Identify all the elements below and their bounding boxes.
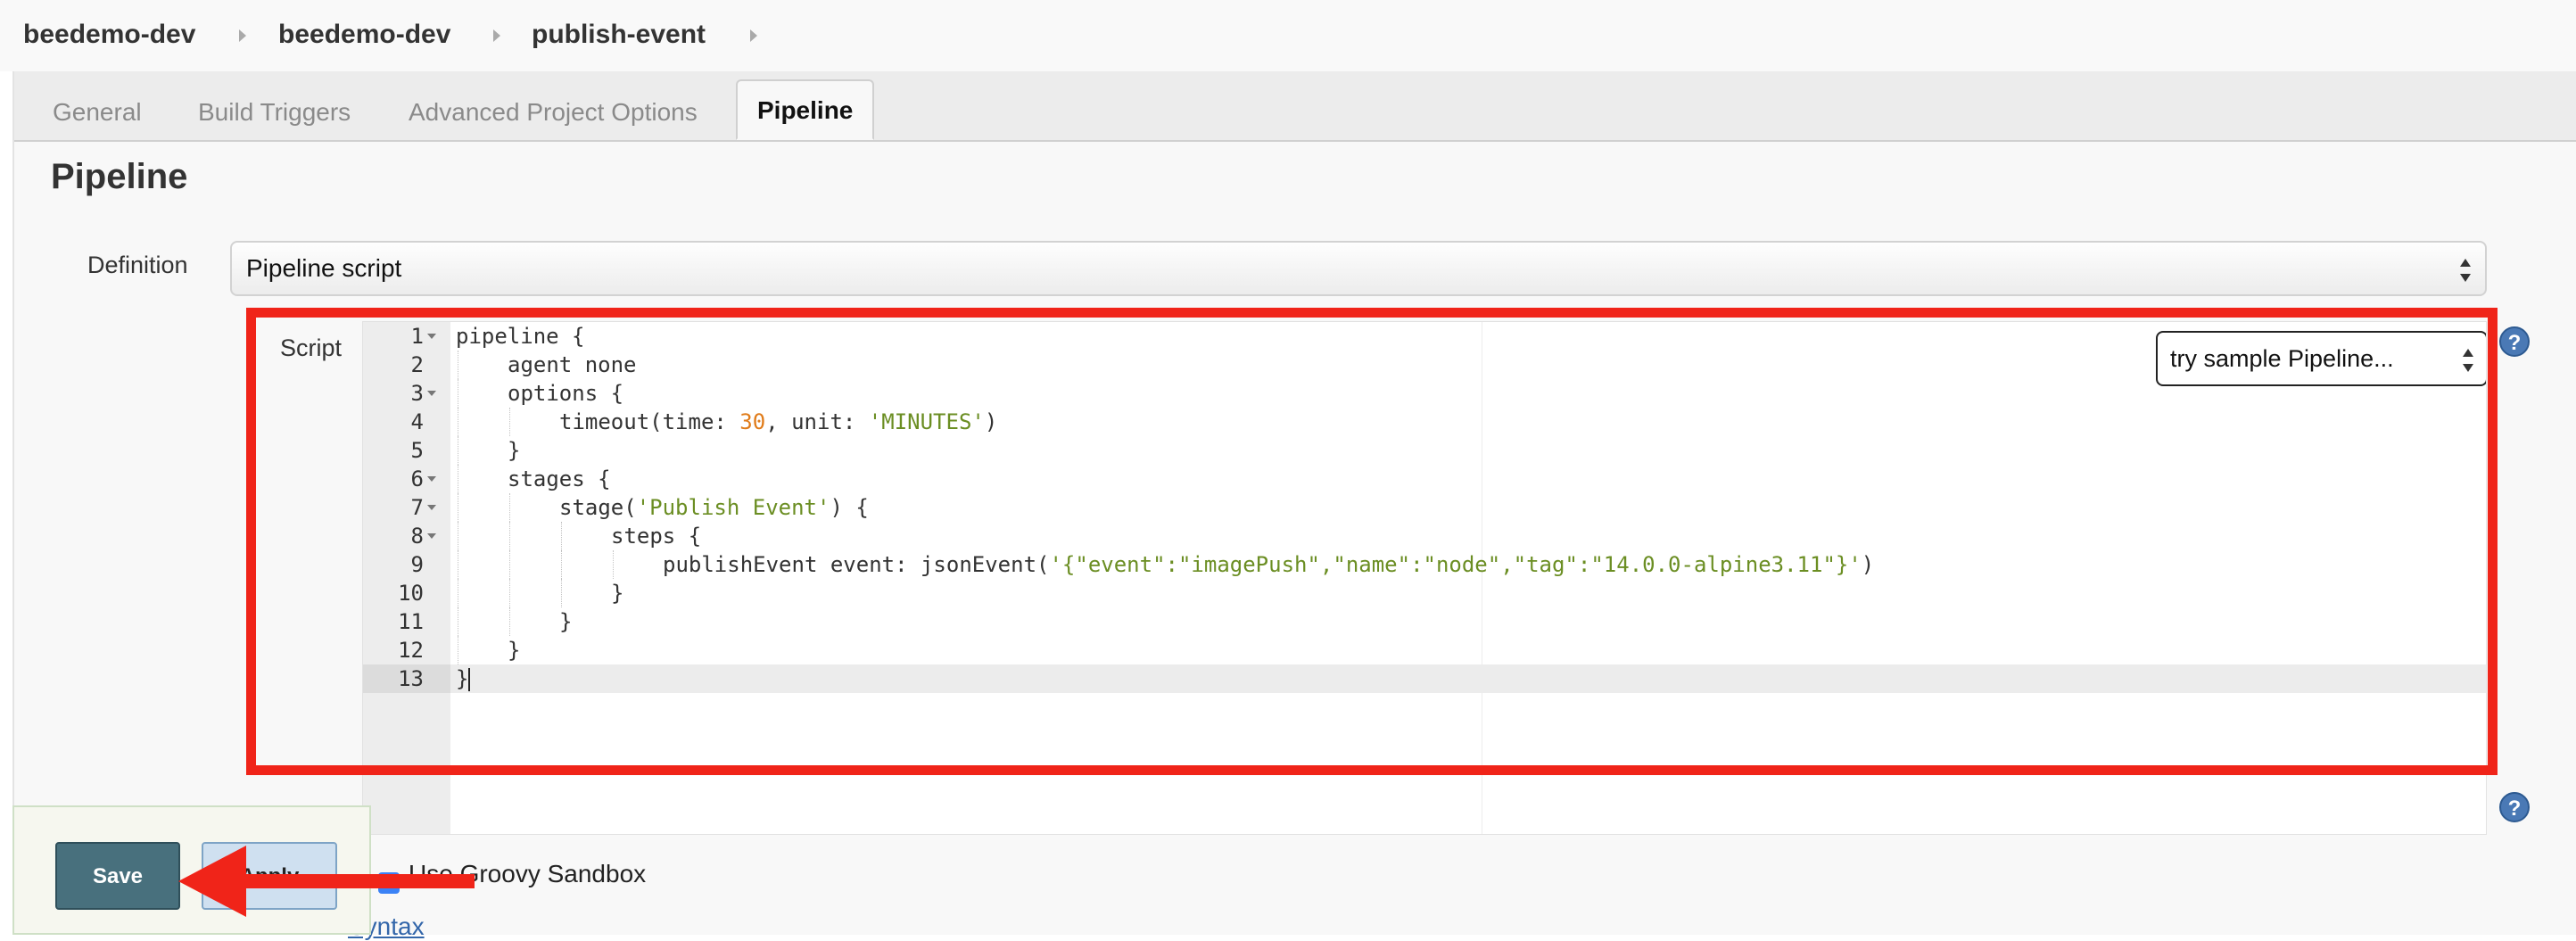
breadcrumb-separator-icon xyxy=(239,29,246,42)
definition-select[interactable]: Pipeline script xyxy=(230,241,2487,296)
definition-label: Definition xyxy=(87,252,188,278)
breadcrumb: beedemo-dev beedemo-dev publish-event xyxy=(0,0,2576,71)
tab-build-triggers[interactable]: Build Triggers xyxy=(198,98,351,127)
section-title: Pipeline xyxy=(51,157,188,196)
arrow-shape xyxy=(178,846,475,917)
tab-bar: General Build Triggers Advanced Project … xyxy=(14,71,2576,142)
tab-advanced-project-options[interactable]: Advanced Project Options xyxy=(409,98,698,127)
save-button[interactable]: Save xyxy=(55,842,180,910)
annotation-arrow-icon xyxy=(178,846,475,917)
breadcrumb-item-folder[interactable]: beedemo-dev xyxy=(278,20,450,50)
breadcrumb-separator-icon[interactable] xyxy=(750,29,757,42)
breadcrumb-separator-icon xyxy=(493,29,500,42)
tab-pipeline[interactable]: Pipeline xyxy=(736,79,875,140)
annotation-highlight-frame xyxy=(246,308,2498,775)
select-arrows-icon xyxy=(2460,259,2471,282)
tab-general[interactable]: General xyxy=(53,98,142,127)
breadcrumb-item-org[interactable]: beedemo-dev xyxy=(23,20,195,50)
help-icon[interactable]: ? xyxy=(2499,326,2530,357)
help-icon[interactable]: ? xyxy=(2499,792,2530,822)
definition-selected-value: Pipeline script xyxy=(246,254,402,282)
breadcrumb-item-job[interactable]: publish-event xyxy=(532,20,706,50)
